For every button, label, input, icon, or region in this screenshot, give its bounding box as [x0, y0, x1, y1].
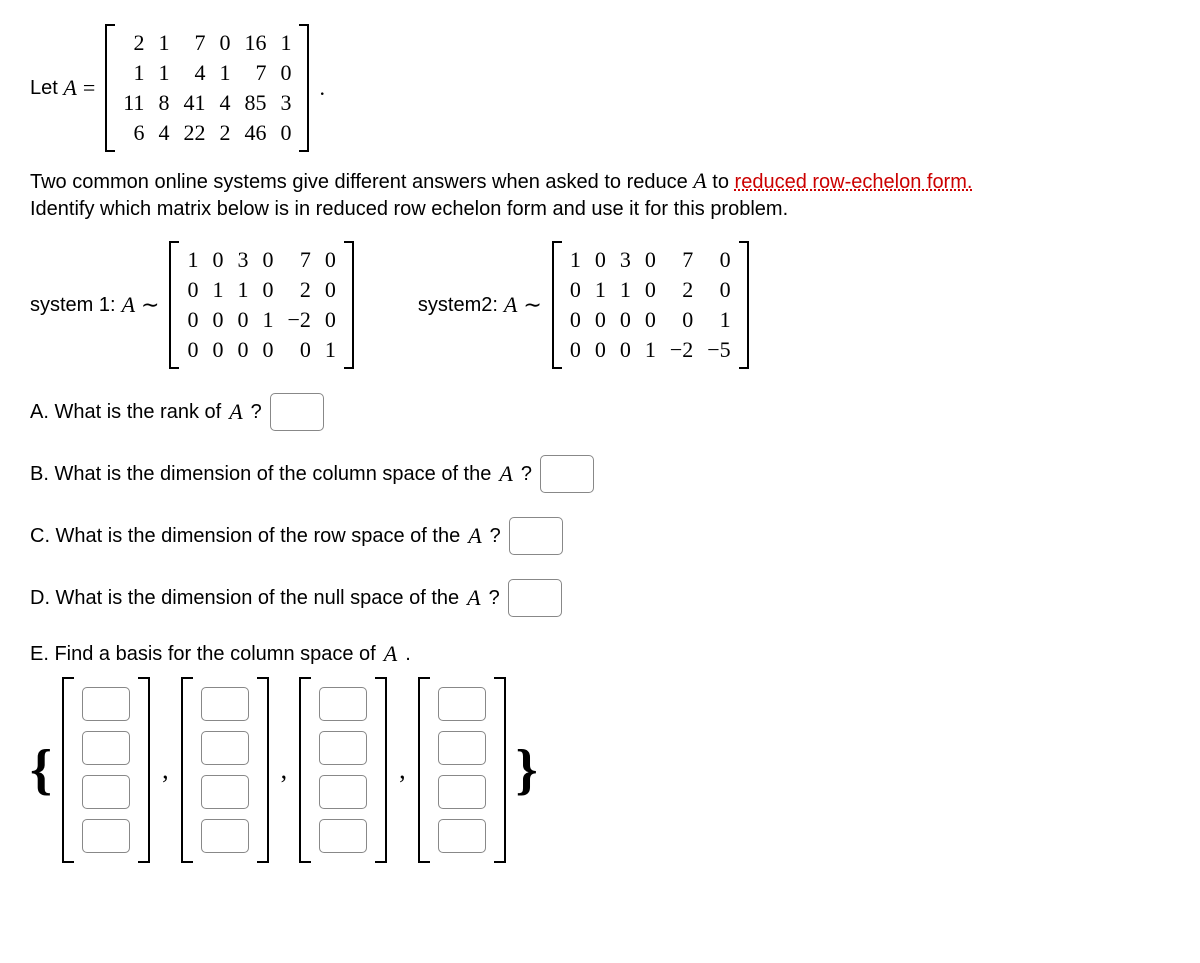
var-A: A [63, 75, 76, 101]
matrix-A: 217016111417011841485364222460 [105, 24, 309, 152]
basis-vector-2 [181, 677, 269, 863]
basis-v4-r4-input[interactable] [438, 819, 486, 853]
basis-v4-r3-input[interactable] [438, 775, 486, 809]
nullspace-dim-input[interactable] [508, 579, 562, 617]
colspace-dim-input[interactable] [540, 455, 594, 493]
question-A: A. What is the rank of A ? [30, 393, 1170, 431]
system-1: system 1: A ∼ 1030700110200001−20000001 [30, 241, 358, 369]
question-E: E. Find a basis for the column space of … [30, 641, 1170, 863]
close-brace: } [516, 742, 538, 798]
basis-v1-r3-input[interactable] [82, 775, 130, 809]
question-D: D. What is the dimension of the null spa… [30, 579, 1170, 617]
rref-link[interactable]: reduced row-echelon form. [735, 171, 973, 193]
rank-input[interactable] [270, 393, 324, 431]
definition-row: Let A = 217016111417011841485364222460 . [30, 24, 1170, 152]
question-B: B. What is the dimension of the column s… [30, 455, 1170, 493]
basis-vector-set: { , , [30, 677, 1170, 863]
basis-v2-r2-input[interactable] [201, 731, 249, 765]
let-label: Let [30, 77, 58, 100]
basis-v2-r1-input[interactable] [201, 687, 249, 721]
systems-row: system 1: A ∼ 1030700110200001−20000001 … [30, 241, 1170, 369]
basis-v1-r1-input[interactable] [82, 687, 130, 721]
rowspace-dim-input[interactable] [509, 517, 563, 555]
basis-v3-r4-input[interactable] [319, 819, 367, 853]
basis-vector-4 [418, 677, 506, 863]
basis-v1-r4-input[interactable] [82, 819, 130, 853]
basis-v4-r1-input[interactable] [438, 687, 486, 721]
basis-v3-r1-input[interactable] [319, 687, 367, 721]
basis-vector-1 [62, 677, 150, 863]
basis-v3-r2-input[interactable] [319, 731, 367, 765]
basis-vector-3 [299, 677, 387, 863]
basis-v2-r3-input[interactable] [201, 775, 249, 809]
equals-sign: = [77, 75, 101, 101]
matrix-system-1: 1030700110200001−20000001 [169, 241, 353, 369]
basis-v3-r3-input[interactable] [319, 775, 367, 809]
system-2: system2: A ∼ 1030700110200000010001−2−5 [418, 241, 753, 369]
matrix-system-2: 1030700110200000010001−2−5 [552, 241, 749, 369]
period: . [319, 75, 325, 101]
question-C: C. What is the dimension of the row spac… [30, 517, 1170, 555]
basis-v4-r2-input[interactable] [438, 731, 486, 765]
basis-v2-r4-input[interactable] [201, 819, 249, 853]
description-text: Two common online systems give different… [30, 166, 1170, 223]
open-brace: { [30, 742, 52, 798]
basis-v1-r2-input[interactable] [82, 731, 130, 765]
